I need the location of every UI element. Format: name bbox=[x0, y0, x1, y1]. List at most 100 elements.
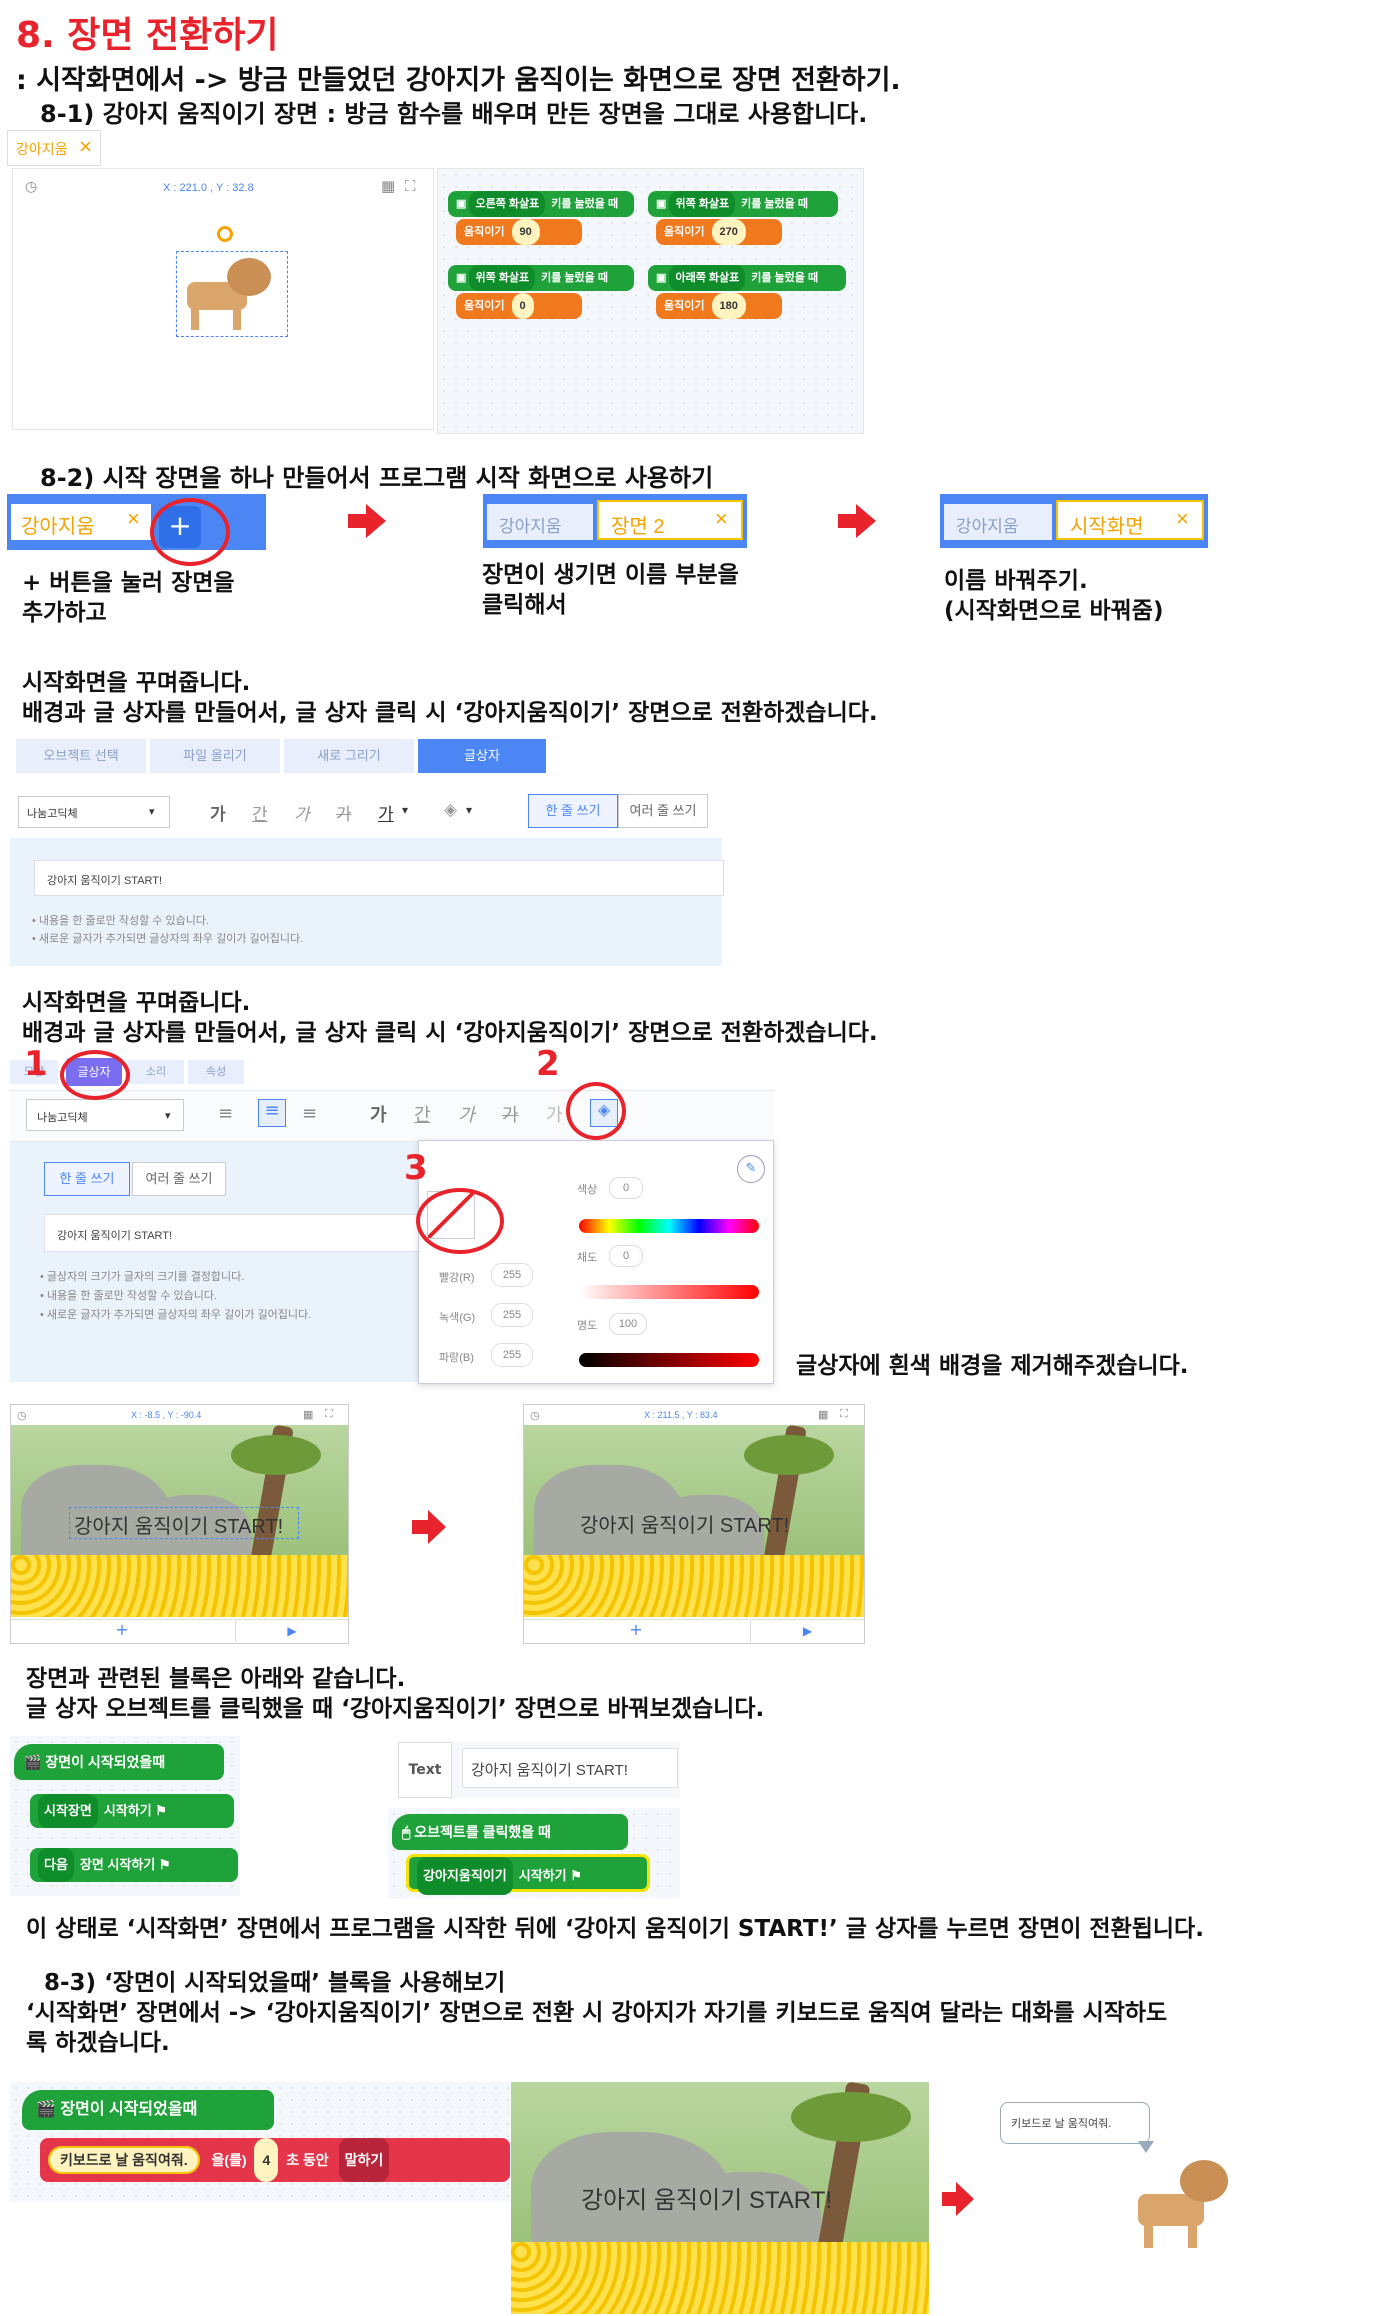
italic-button[interactable]: 가 bbox=[458, 1101, 475, 1127]
say-mode-dropdown[interactable]: 말하기 bbox=[338, 2138, 390, 2182]
start-scene-block[interactable]: 강아지움직이기 시작하기 ⚑ bbox=[406, 1854, 650, 1895]
help-note: • 내용을 한 줄로만 작성할 수 있습니다. bbox=[40, 1290, 218, 1302]
scene-tab[interactable]: 강아지움 bbox=[487, 504, 593, 540]
strike-button[interactable]: 가 bbox=[336, 800, 352, 825]
strike-button[interactable]: 가 bbox=[502, 1101, 519, 1127]
scene-tab-label: 강아지움 bbox=[16, 141, 68, 157]
eyedropper-icon[interactable]: ✎ bbox=[737, 1155, 765, 1183]
green-value[interactable]: 255 bbox=[491, 1303, 533, 1327]
key-press-hat-block[interactable]: ▣ 위쪽 화살표 키를 눌렀을 때 bbox=[648, 191, 838, 217]
grid-icon[interactable]: ▦ bbox=[818, 1408, 828, 1421]
text-color-button[interactable]: 가 bbox=[378, 800, 394, 825]
saturation-value[interactable]: 0 bbox=[609, 1245, 643, 1267]
add-object-button[interactable]: + bbox=[11, 1619, 233, 1642]
speech-bubble-tail bbox=[1138, 2141, 1154, 2153]
scene-textbox[interactable]: 강아지 움직이기 START! bbox=[580, 1509, 789, 1538]
scene-start-hat-block[interactable]: 🎬 장면이 시작되었을때 bbox=[22, 2090, 274, 2130]
fullscreen-icon[interactable]: ⛶ bbox=[325, 1408, 333, 1421]
brightness-value[interactable]: 100 bbox=[609, 1313, 647, 1335]
tab-properties[interactable]: 속성 bbox=[188, 1060, 244, 1084]
play-button[interactable]: ▶ bbox=[750, 1619, 864, 1642]
play-button[interactable]: ▶ bbox=[235, 1619, 348, 1642]
help-note: • 내용을 한 줄로만 작성할 수 있습니다. bbox=[32, 915, 210, 927]
red-value[interactable]: 255 bbox=[491, 1263, 533, 1287]
fullscreen-icon[interactable]: ⛶ bbox=[840, 1408, 848, 1421]
key-press-hat-block[interactable]: ▣ 위쪽 화살표 키를 눌렀을 때 bbox=[448, 265, 634, 291]
key-press-hat-block[interactable]: ▣ 아래쪽 화살표 키를 눌렀을 때 bbox=[648, 265, 846, 291]
move-block[interactable]: 움직이기 180 bbox=[656, 293, 782, 319]
say-text-input[interactable]: 키보드로 날 움직여줘. bbox=[48, 2146, 200, 2174]
scene-textbox[interactable]: 강아지 움직이기 START! bbox=[581, 2180, 832, 2215]
scene-tab-new[interactable]: 장면 2 × bbox=[597, 500, 743, 540]
object-name-field[interactable]: 강아지 움직이기 START! bbox=[462, 1748, 678, 1788]
scene-textbox[interactable]: 강아지 움직이기 START! bbox=[74, 1510, 283, 1539]
underline-button[interactable]: 간 bbox=[414, 1101, 431, 1127]
bold-button[interactable]: 가 bbox=[370, 1101, 387, 1127]
font-select[interactable]: 나눔고딕체 ▾ bbox=[18, 796, 170, 828]
chevron-down-icon[interactable]: ▾ bbox=[402, 803, 408, 817]
tab-object-select[interactable]: 오브젝트 선택 bbox=[16, 739, 146, 773]
scene-tab[interactable]: 강아지움 × bbox=[7, 130, 101, 166]
rotate-handle[interactable] bbox=[217, 226, 233, 242]
fullscreen-icon[interactable]: ⛶ bbox=[405, 177, 416, 195]
font-select[interactable]: 나눔고딕체 ▾ bbox=[26, 1099, 184, 1131]
say-block[interactable]: 키보드로 날 움직여줘. 을(를) 4 초 동안 말하기 bbox=[40, 2138, 510, 2182]
multi-line-button[interactable]: 여러 줄 쓰기 bbox=[132, 1162, 226, 1196]
dog-sprite[interactable] bbox=[1130, 2154, 1240, 2254]
scene-tabbar-c: 강아지움 시작화면 × bbox=[940, 494, 1208, 548]
brightness-slider[interactable] bbox=[579, 1353, 759, 1367]
blue-value[interactable]: 255 bbox=[491, 1343, 533, 1367]
hue-value[interactable]: 0 bbox=[609, 1177, 643, 1199]
scene-tab[interactable]: 강아지움 bbox=[944, 504, 1052, 540]
tab-new-drawing[interactable]: 새로 그리기 bbox=[284, 739, 414, 773]
close-icon[interactable]: × bbox=[127, 506, 140, 532]
chevron-down-icon[interactable]: ▾ bbox=[466, 803, 472, 817]
align-center-icon[interactable]: ≡ bbox=[258, 1099, 286, 1127]
align-left-icon[interactable]: ≡ bbox=[218, 1103, 233, 1124]
start-scene-block[interactable]: 시작장면 시작하기 ⚑ bbox=[30, 1794, 234, 1828]
grid-icon[interactable]: ▦ bbox=[381, 177, 395, 195]
brightness-label: 명도 bbox=[577, 1320, 598, 1332]
key-press-hat-block[interactable]: ▣ 오른쪽 화살표 키를 눌렀을 때 bbox=[448, 191, 634, 217]
grid-icon[interactable]: ▦ bbox=[303, 1408, 313, 1421]
move-block[interactable]: 움직이기 0 bbox=[456, 293, 582, 319]
multi-line-button[interactable]: 여러 줄 쓰기 bbox=[618, 794, 708, 828]
textbox-selection[interactable]: 강아지 움직이기 START! bbox=[69, 1507, 299, 1539]
underline-button[interactable]: 간 bbox=[252, 800, 268, 825]
say-seconds-input[interactable]: 4 bbox=[254, 2138, 279, 2182]
scene-tab-label: 강아지움 bbox=[956, 517, 1019, 536]
text-color-button[interactable]: 가 bbox=[546, 1101, 563, 1127]
close-icon[interactable]: × bbox=[78, 136, 93, 157]
speed-icon[interactable]: ◷ bbox=[25, 179, 37, 195]
fill-bucket-icon[interactable]: ◈ bbox=[444, 800, 457, 820]
italic-button[interactable]: 가 bbox=[294, 800, 310, 825]
tab-file-upload[interactable]: 파일 올리기 bbox=[150, 739, 280, 773]
highlight-circle bbox=[416, 1188, 504, 1254]
speed-icon[interactable]: ◷ bbox=[530, 1409, 540, 1422]
saturation-slider[interactable] bbox=[579, 1285, 759, 1299]
tab-textbox[interactable]: 글상자 bbox=[418, 739, 546, 773]
add-object-button[interactable]: + bbox=[524, 1619, 748, 1642]
color-picker-popup: 빨강(R) 255 녹색(G) 255 파랑(B) 255 ✎ 색상 0 채도 … bbox=[418, 1140, 774, 1384]
move-block[interactable]: 움직이기 270 bbox=[656, 219, 782, 245]
close-icon[interactable]: × bbox=[1176, 506, 1189, 532]
close-icon[interactable]: × bbox=[715, 506, 728, 532]
object-click-hat-block[interactable]: 🖱 오브젝트를 클릭했을 때 bbox=[392, 1814, 628, 1850]
tab-sound[interactable]: 소리 bbox=[128, 1060, 184, 1084]
text-object-thumbnail[interactable]: Text bbox=[398, 1742, 452, 1798]
bold-button[interactable]: 가 bbox=[210, 800, 226, 825]
code-panel: ▣ 오른쪽 화살표 키를 눌렀을 때 움직이기 90 ▣ 위쪽 화살표 키를 눌렀을… bbox=[437, 168, 864, 434]
next-scene-block[interactable]: 다음 장면 시작하기 ⚑ bbox=[30, 1848, 238, 1882]
hue-slider[interactable] bbox=[579, 1219, 759, 1233]
single-line-button[interactable]: 한 줄 쓰기 bbox=[528, 794, 618, 828]
scene-start-hat-block[interactable]: 🎬 장면이 시작되었을때 bbox=[14, 1744, 224, 1780]
text-input[interactable]: 강아지 움직이기 START! bbox=[44, 1214, 424, 1252]
scene-tab[interactable]: 강아지움 × bbox=[11, 504, 151, 540]
text-input[interactable]: 강아지 움직이기 START! bbox=[34, 860, 724, 896]
move-block[interactable]: 움직이기 90 bbox=[456, 219, 582, 245]
single-line-button[interactable]: 한 줄 쓰기 bbox=[44, 1162, 130, 1196]
dog-selection[interactable] bbox=[176, 226, 288, 337]
align-right-icon[interactable]: ≡ bbox=[302, 1103, 317, 1124]
scene-tab-renamed[interactable]: 시작화면 × bbox=[1056, 500, 1204, 540]
speed-icon[interactable]: ◷ bbox=[17, 1409, 27, 1422]
